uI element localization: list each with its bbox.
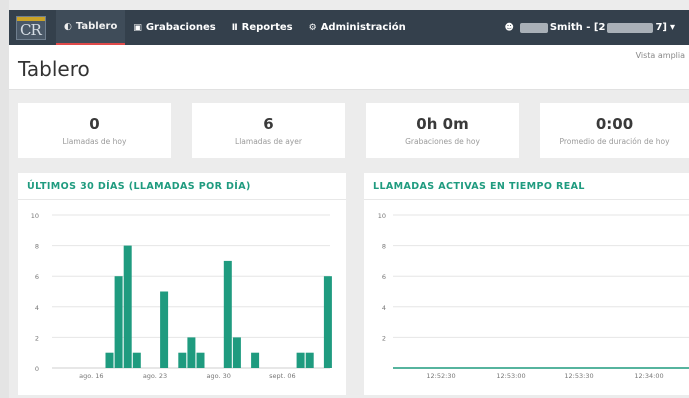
redacted-text (607, 22, 654, 33)
x-tick-label: ago. 16 (79, 372, 103, 380)
dashboard-icon: ◐ (64, 21, 72, 32)
y-tick-label: 8 (35, 243, 39, 251)
y-tick-label: 6 (35, 273, 39, 281)
panel-last-30-days: ÚLTIMOS 30 DÍAS (LLAMADAS POR DÍA) 0 2 4 6 8… (18, 173, 346, 395)
recordings-icon: ▣ (133, 22, 142, 33)
bar (114, 276, 123, 368)
x-tick-label: 12:53:00 (496, 372, 525, 380)
nav-tablero[interactable]: ◐ Tablero (56, 10, 126, 45)
panel-title: LLAMADAS ACTIVAS EN TIEMPO REAL (373, 181, 585, 192)
bar (105, 352, 114, 368)
bar (323, 276, 332, 368)
stat-value: 6 (263, 115, 274, 133)
stat-label: Promedio de duración de hoy (559, 137, 670, 146)
logo-text: CR (20, 20, 42, 39)
y-tick-label: 4 (382, 304, 386, 312)
page-title: Tablero (18, 57, 90, 81)
bar (305, 352, 314, 368)
y-tick-label: 8 (382, 243, 386, 251)
stat-avg-duration-today: 0:00 Promedio de duración de hoy (540, 103, 689, 158)
x-tick-label: sept. 06 (269, 372, 295, 380)
redacted-text (519, 22, 548, 33)
bar (132, 352, 141, 368)
app-logo[interactable]: CR (16, 15, 46, 40)
panel-title: ÚLTIMOS 30 DÍAS (LLAMADAS POR DÍA) (27, 181, 251, 192)
x-tick-label: ago. 30 (207, 372, 231, 380)
y-tick-label: 10 (378, 212, 386, 220)
stat-value: 0 (89, 115, 100, 133)
x-tick-label: ago. 23 (143, 372, 167, 380)
bar (178, 352, 187, 368)
stat-recordings-today: 0h 0m Grabaciones de hoy (366, 103, 519, 158)
bar (123, 245, 132, 368)
gear-icon: ⚙ (308, 22, 317, 33)
bar (296, 352, 305, 368)
x-tick-label: 12:53:30 (564, 372, 593, 380)
user-menu[interactable]: ☻ Smith - [2 7] ▾ (496, 10, 683, 45)
stat-value: 0:00 (595, 115, 634, 133)
nav-administracion[interactable]: ⚙ Administración (301, 10, 414, 45)
user-id-tail: 7] (655, 22, 667, 33)
y-tick-label: 6 (382, 273, 386, 281)
stat-label: Llamadas de ayer (235, 137, 302, 146)
x-tick-label: 12:52:30 (426, 372, 455, 380)
bar-chart-icon: Ⅱ (231, 22, 238, 33)
page-header: Tablero Vista amplia (9, 45, 689, 90)
bar (223, 260, 232, 368)
y-tick-label: 0 (35, 365, 39, 373)
user-icon: ☻ (504, 22, 514, 33)
chevron-down-icon: ▾ (669, 22, 675, 33)
y-tick-label: 2 (382, 334, 386, 342)
bar (232, 337, 241, 368)
stat-value: 0h 0m (416, 115, 469, 133)
stat-calls-today: 0 Llamadas de hoy (18, 103, 171, 158)
y-tick-label: 2 (35, 334, 39, 342)
x-tick-label: 12:34:00 (634, 372, 663, 380)
nav-tablero-label: Tablero (75, 21, 118, 32)
bar (160, 291, 169, 368)
y-tick-label: 4 (35, 304, 39, 312)
y-tick-label: 10 (31, 212, 39, 220)
bar (187, 337, 196, 368)
panel-active-calls-realtime: LLAMADAS ACTIVAS EN TIEMPO REAL 2 4 6 8 10 12… (364, 173, 689, 395)
stat-label: Llamadas de hoy (62, 137, 127, 146)
bar (251, 352, 260, 368)
nav-grabaciones-label: Grabaciones (145, 22, 216, 33)
nav-administracion-label: Administración (320, 22, 406, 33)
stat-calls-yesterday: 6 Llamadas de ayer (192, 103, 345, 158)
active-calls-chart: 2 4 6 8 10 12:52:30 12:53:00 12:53:30 12:34:00 (378, 212, 689, 380)
nav-reportes-label: Reportes (241, 22, 293, 33)
nav-grabaciones[interactable]: ▣ Grabaciones (125, 10, 223, 45)
nav-reportes[interactable]: Ⅱ Reportes (224, 10, 301, 45)
user-name: Smith - [2 (549, 22, 606, 33)
stat-label: Grabaciones de hoy (405, 137, 480, 146)
bar (196, 352, 205, 368)
top-navbar: CR ◐ Tablero ▣ Grabaciones Ⅱ Reportes ⚙ … (9, 10, 689, 45)
calls-per-day-chart: 0 2 4 6 8 10 ago. 16 ago. 23 ago. 30 sept. 06 (31, 212, 332, 380)
page-edge (0, 0, 9, 398)
wide-view-link[interactable]: Vista amplia (636, 51, 685, 60)
